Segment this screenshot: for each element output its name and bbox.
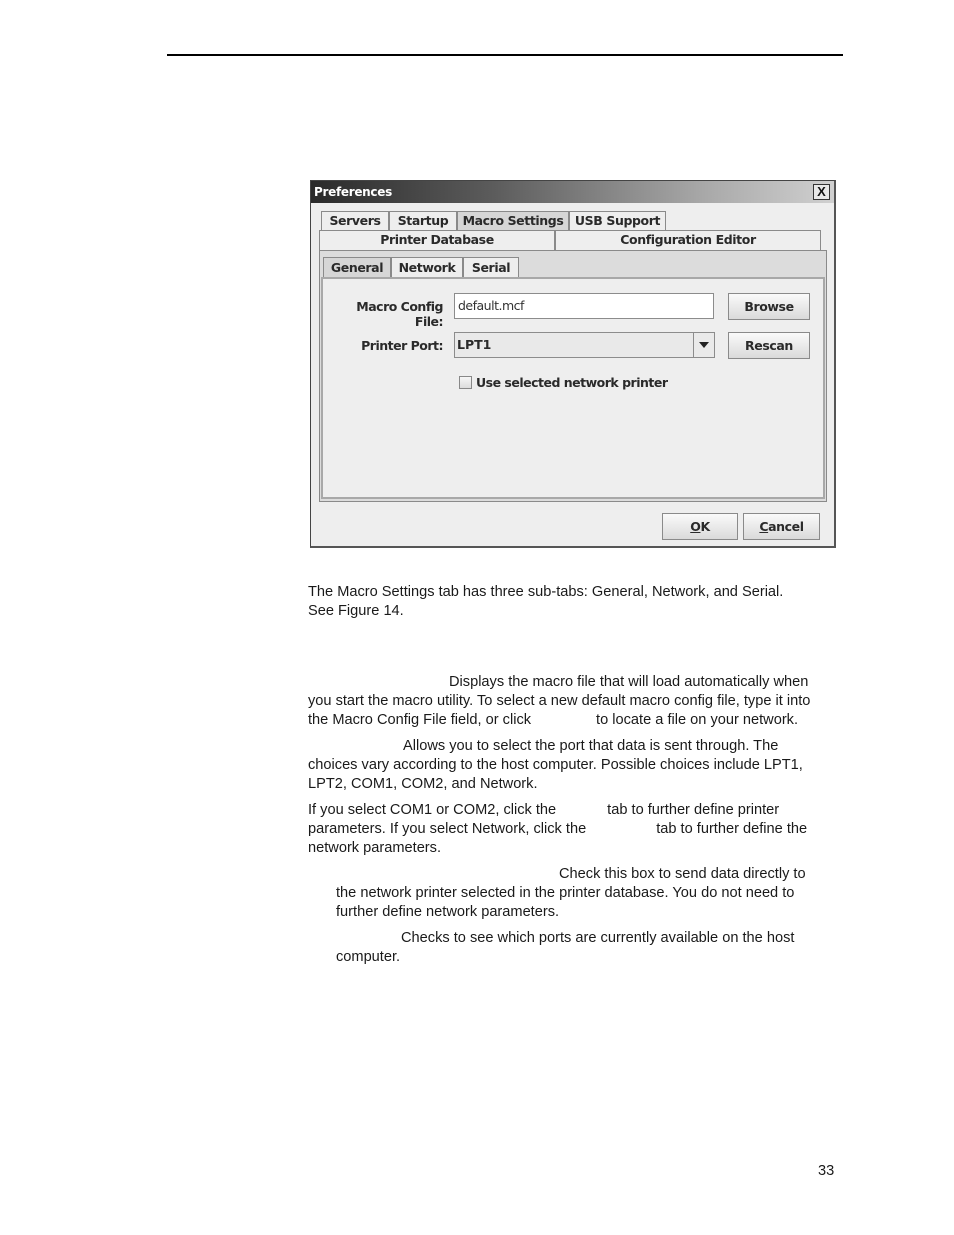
rescan-paragraph: Checks to see which ports are currently …: [336, 929, 794, 967]
intro-line: See Figure 14.: [308, 603, 404, 619]
check-line: Check this box to send data directly to: [559, 866, 806, 882]
macro-line-part: the Macro Config File field, or click: [308, 712, 532, 728]
subtab-serial[interactable]: Serial: [463, 257, 519, 277]
ok-mnemonic: O: [690, 519, 701, 534]
use-network-printer-label[interactable]: Use selected network printer: [476, 375, 668, 390]
check-line: the network printer selected in the prin…: [336, 885, 795, 901]
macro-line: Displays the macro file that will load a…: [449, 674, 809, 690]
intro-line: The Macro Settings tab has three sub-tab…: [308, 584, 784, 600]
rescan-button[interactable]: Rescan: [728, 332, 810, 359]
tab-configuration-editor[interactable]: Configuration Editor: [555, 230, 821, 250]
com-line-part: If you select COM1 or COM2, click the: [308, 802, 557, 818]
chevron-down-icon[interactable]: [693, 333, 714, 357]
general-panel: Macro Config File: default.mcf Browse Pr…: [321, 277, 825, 499]
intro-paragraph: The Macro Settings tab has three sub-tab…: [308, 583, 783, 621]
com-line: parameters. If you select Network, click…: [308, 820, 807, 839]
rescan-line: computer.: [336, 949, 401, 965]
header-rule: [167, 54, 843, 56]
printer-port-paragraph: Allows you to select the port that data …: [308, 737, 803, 794]
port-line: LPT2, COM1, COM2, and Network.: [308, 776, 538, 792]
subtab-general[interactable]: General: [323, 257, 391, 277]
macro-line: the Macro Config File field, or click to …: [308, 711, 810, 730]
close-icon[interactable]: X: [813, 184, 830, 200]
preferences-dialog: Preferences X Servers Startup Macro Sett…: [310, 180, 836, 548]
macro-line: you start the macro utility. To select a…: [308, 693, 811, 709]
com-line-part: parameters. If you select Network, click…: [308, 821, 587, 837]
macro-settings-panel: General Network Serial Macro Config File…: [319, 250, 827, 502]
com-line: If you select COM1 or COM2, click the tab…: [308, 801, 807, 820]
com-line-part: tab to further define the: [656, 821, 808, 837]
port-line: choices vary according to the host compu…: [308, 757, 803, 773]
tab-usb-support[interactable]: USB Support: [569, 211, 666, 231]
port-line: Allows you to select the port that data …: [403, 738, 779, 754]
ok-label-rest: K: [700, 519, 710, 534]
printer-port-label: Printer Port:: [361, 338, 443, 353]
subtab-network[interactable]: Network: [391, 257, 463, 277]
macro-line-part: to locate a file on your network.: [596, 712, 799, 728]
cancel-mnemonic: C: [759, 519, 769, 534]
cancel-label-rest: ancel: [768, 519, 804, 534]
page-number: 33: [818, 1163, 835, 1179]
dialog-title: Preferences: [314, 185, 392, 199]
use-network-printer-checkbox[interactable]: [459, 376, 472, 389]
network-checkbox-paragraph: Check this box to send data directly to …: [336, 865, 806, 922]
com-line: network parameters.: [308, 840, 442, 856]
tab-startup[interactable]: Startup: [389, 211, 457, 231]
com-paragraph: If you select COM1 or COM2, click the tab…: [308, 801, 807, 858]
printer-port-select[interactable]: LPT1: [454, 332, 715, 358]
ok-button[interactable]: OK: [662, 513, 738, 540]
browse-button[interactable]: Browse: [728, 293, 810, 320]
macro-config-file-input[interactable]: default.mcf: [454, 293, 714, 319]
rescan-line: Checks to see which ports are currently …: [401, 930, 795, 946]
dialog-titlebar[interactable]: Preferences X: [311, 181, 834, 203]
tab-macro-settings[interactable]: Macro Settings: [457, 211, 569, 231]
printer-port-value: LPT1: [457, 337, 492, 352]
macro-config-paragraph: Displays the macro file that will load a…: [308, 673, 810, 730]
tab-printer-database[interactable]: Printer Database: [319, 230, 555, 250]
com-line-part: tab to further define printer: [607, 802, 780, 818]
cancel-button[interactable]: Cancel: [743, 513, 820, 540]
check-line: further define network parameters.: [336, 904, 560, 920]
tab-servers[interactable]: Servers: [321, 211, 389, 231]
macro-config-file-label: Macro Config File:: [356, 299, 443, 329]
